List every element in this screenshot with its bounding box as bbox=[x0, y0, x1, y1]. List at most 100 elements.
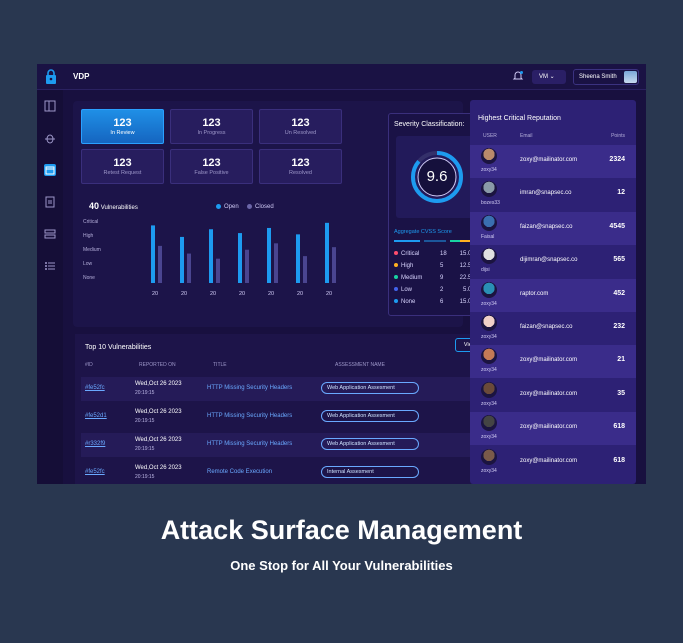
vuln-title[interactable]: HTTP Missing Security Headers bbox=[207, 413, 292, 419]
col-user: USER bbox=[483, 133, 497, 139]
severity-dot bbox=[394, 299, 398, 304]
x-tick-label: 20 bbox=[210, 291, 216, 297]
stat-card[interactable]: 123 Resolved bbox=[259, 149, 342, 184]
username: zoxy34 bbox=[481, 334, 497, 340]
calendar-icon[interactable] bbox=[44, 164, 56, 176]
severity-dot bbox=[394, 251, 398, 256]
vuln-id-link[interactable]: #r332f9 bbox=[85, 441, 105, 447]
avatar bbox=[481, 181, 497, 198]
stat-value: 123 bbox=[291, 157, 310, 169]
reported-time: 20:19:15 bbox=[135, 418, 155, 424]
document-icon[interactable] bbox=[44, 196, 56, 208]
assessment-chip[interactable]: Internal Assesment bbox=[321, 466, 419, 478]
x-tick-label: 20 bbox=[181, 291, 187, 297]
stat-card[interactable]: 123 In Review bbox=[81, 109, 164, 144]
severity-count: 18 bbox=[440, 251, 447, 257]
top-bar: VDP VM ⌄ Sheena Smith bbox=[37, 64, 646, 90]
severity-row: Medium922.50% bbox=[394, 275, 480, 284]
assessment-chip[interactable]: Web Application Assesment bbox=[321, 410, 419, 422]
vuln-title[interactable]: Remote Code Execution bbox=[207, 469, 272, 475]
vuln-title[interactable]: HTTP Missing Security Headers bbox=[207, 441, 292, 447]
x-tick-label: 20 bbox=[326, 291, 332, 297]
table-row[interactable]: #fe52fc Wed,Oct 26 2023 20:19:15 HTTP Missi… bbox=[81, 377, 493, 401]
server-icon[interactable] bbox=[44, 228, 56, 240]
lock-logo-icon[interactable] bbox=[44, 69, 58, 84]
reputation-panel: Highest Critical Reputation USER Email P… bbox=[470, 100, 636, 484]
top10-title: Top 10 Vulnerabilities bbox=[85, 344, 152, 351]
severity-name: Critical bbox=[401, 251, 420, 257]
points: 452 bbox=[613, 289, 625, 297]
layout-icon[interactable] bbox=[44, 100, 56, 112]
legend-closed-dot bbox=[247, 204, 252, 209]
severity-row: High512.50% bbox=[394, 263, 480, 272]
vuln-count-label: Vulnerabilities bbox=[100, 205, 138, 211]
severity-row: Low25.00% bbox=[394, 287, 480, 296]
severity-name: High bbox=[401, 263, 414, 269]
severity-count: 2 bbox=[440, 287, 444, 293]
reported-date: Wed,Oct 26 2023 bbox=[135, 437, 182, 443]
list-icon[interactable] bbox=[44, 260, 56, 272]
assessment-chip[interactable]: Web Application Assesment bbox=[321, 438, 419, 450]
bug-icon[interactable] bbox=[44, 132, 56, 144]
list-item[interactable]: zoxy34 zoxy@mailinator.com 35 bbox=[470, 379, 636, 412]
list-item[interactable]: bozes33 imran@snapsec.co 12 bbox=[470, 178, 636, 211]
severity-count: 6 bbox=[440, 299, 444, 305]
avatar bbox=[481, 214, 497, 231]
email: faizan@snapsec.co bbox=[520, 324, 573, 330]
list-item[interactable]: zoxy34 zoxy@mailinator.com 618 bbox=[470, 412, 636, 446]
table-row[interactable]: #fe52d1 Wed,Oct 26 2023 20:19:15 HTTP Missi… bbox=[81, 405, 493, 429]
x-tick-label: 20 bbox=[152, 291, 158, 297]
points: 618 bbox=[613, 456, 625, 464]
vuln-title[interactable]: HTTP Missing Security Headers bbox=[207, 385, 292, 391]
list-item[interactable]: dijsi dijimran@snapsec.co 565 bbox=[470, 245, 636, 278]
stat-card[interactable]: 123 Un Resolved bbox=[259, 109, 342, 144]
vm-dropdown[interactable]: VM ⌄ bbox=[532, 70, 566, 84]
notification-bell-icon[interactable] bbox=[512, 70, 524, 82]
username: zoxy34 bbox=[481, 467, 497, 474]
list-item[interactable]: Faisal faizan@snapsec.co 4545 bbox=[470, 211, 636, 245]
severity-row: None615.00% bbox=[394, 299, 480, 308]
stat-label: False Positive bbox=[194, 170, 229, 176]
col-id: #ID bbox=[85, 362, 93, 368]
stat-label: Resolved bbox=[289, 170, 312, 176]
email: zoxy@mailinator.com bbox=[520, 390, 578, 397]
score-gauge: 9.6 bbox=[396, 136, 478, 218]
closed-bar bbox=[187, 253, 191, 283]
open-bar bbox=[296, 234, 300, 283]
severity-distribution-bar bbox=[394, 240, 478, 242]
severity-title: Severity Classification: bbox=[394, 121, 465, 128]
points: 2324 bbox=[609, 156, 625, 163]
stat-card[interactable]: 123 Retest Request bbox=[81, 149, 164, 184]
username: dijsi bbox=[481, 267, 490, 274]
table-row[interactable]: #fe52fc Wed,Oct 26 2023 20:19:15 Remote Cod… bbox=[81, 461, 493, 484]
headline: Attack Surface Management bbox=[160, 515, 523, 545]
vuln-id-link[interactable]: #fe52d1 bbox=[85, 413, 107, 419]
user-menu[interactable]: Sheena Smith bbox=[573, 69, 639, 85]
avatar bbox=[481, 448, 497, 465]
legend-closed: Closed bbox=[247, 204, 274, 210]
list-item[interactable]: zoxy34 zoxy@mailinator.com 618 bbox=[470, 446, 636, 479]
closed-bar bbox=[216, 258, 220, 283]
avatar bbox=[481, 348, 497, 365]
list-item[interactable]: zoxy34 zoxy@mailinator.com 2324 bbox=[470, 145, 636, 178]
username: zoxy34 bbox=[481, 367, 497, 374]
col-title: TITLE bbox=[213, 362, 227, 368]
stat-card[interactable]: 123 False Positive bbox=[170, 149, 253, 184]
y-tick-label: Critical bbox=[83, 219, 98, 225]
open-bar bbox=[238, 233, 242, 283]
vuln-id-link[interactable]: #fe52fc bbox=[85, 469, 105, 475]
list-item[interactable]: zoxy34 zoxy@mailinator.com 21 bbox=[470, 345, 636, 379]
severity-name: Medium bbox=[401, 275, 423, 281]
stat-card[interactable]: 123 In Progress bbox=[170, 109, 253, 144]
username: zoxy34 bbox=[481, 434, 497, 441]
top10-panel: Top 10 Vulnerabilities View All #ID REPO… bbox=[75, 334, 496, 484]
vuln-id-link[interactable]: #fe52fc bbox=[85, 385, 105, 391]
cvss-label: Aggregate CVSS Score bbox=[394, 229, 452, 235]
assessment-chip[interactable]: Web Application Assesment bbox=[321, 382, 419, 394]
open-bar bbox=[180, 236, 184, 283]
list-item[interactable]: zoxy34 raptor.com 452 bbox=[470, 278, 636, 312]
stat-label: In Progress bbox=[197, 130, 226, 136]
y-tick-label: None bbox=[83, 275, 95, 281]
table-row[interactable]: #r332f9 Wed,Oct 26 2023 20:19:15 HTTP Missi… bbox=[81, 433, 493, 457]
list-item[interactable]: zoxy34 faizan@snapsec.co 232 bbox=[470, 312, 636, 345]
